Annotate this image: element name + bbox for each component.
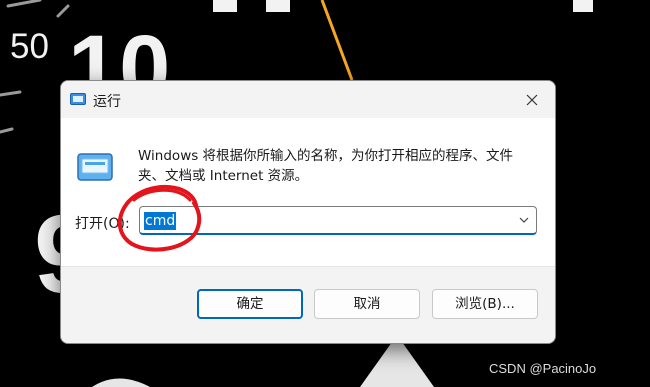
dialog-title: 运行 bbox=[93, 94, 121, 110]
chevron-down-icon[interactable] bbox=[519, 216, 529, 224]
run-dialog: 运行 Windows 将根据你所输入的名称，为你打开相应的程序、文件夹、文档或 … bbox=[60, 80, 556, 344]
cancel-button[interactable]: 取消 bbox=[314, 289, 420, 319]
open-label: 打开(O): bbox=[75, 216, 130, 232]
dialog-content: Windows 将根据你所输入的名称，为你打开相应的程序、文件夹、文档或 Int… bbox=[61, 118, 555, 266]
ok-button[interactable]: 确定 bbox=[197, 289, 303, 319]
title-bar[interactable]: 运行 bbox=[61, 81, 555, 118]
speed-label: 50 bbox=[10, 27, 49, 66]
gauge-needle bbox=[320, 0, 354, 81]
close-icon bbox=[526, 94, 538, 105]
run-icon bbox=[70, 93, 86, 105]
input-value[interactable]: cmd bbox=[144, 212, 177, 230]
description-text: Windows 将根据你所输入的名称，为你打开相应的程序、文件夹、文档或 Int… bbox=[138, 148, 514, 184]
run-program-icon bbox=[77, 153, 113, 181]
button-bar: 确定 取消 浏览(B)... bbox=[61, 266, 555, 343]
run-command-input[interactable]: cmd bbox=[139, 206, 537, 235]
watermark: CSDN @PacinoJo bbox=[489, 361, 597, 376]
browse-button[interactable]: 浏览(B)... bbox=[432, 289, 538, 319]
close-button[interactable] bbox=[509, 81, 555, 118]
